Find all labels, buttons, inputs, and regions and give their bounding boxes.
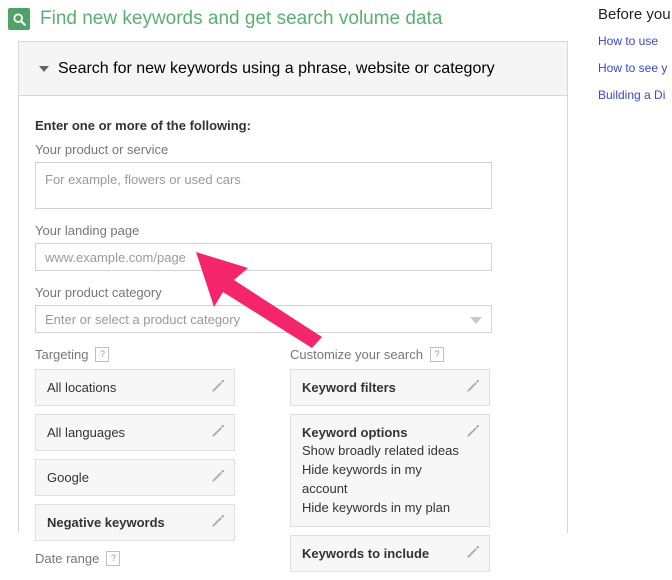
card-title: All languages: [47, 425, 126, 440]
right-sidebar: Before you How to use How to see y Build…: [598, 6, 672, 115]
help-icon[interactable]: ?: [429, 347, 444, 362]
pencil-icon[interactable]: [466, 545, 480, 559]
customize-heading: Customize your search ?: [290, 347, 505, 362]
search-icon: [8, 8, 30, 30]
pencil-icon[interactable]: [211, 469, 225, 483]
settings-columns: Targeting ? All locations All languages: [35, 347, 551, 580]
product-service-field: Your product or service For example, flo…: [35, 142, 551, 209]
targeting-column: Targeting ? All locations All languages: [35, 347, 275, 580]
search-panel: Search for new keywords using a phrase, …: [18, 41, 568, 572]
keyword-option-item: Hide keywords in my account: [302, 462, 422, 496]
keyword-option-item: Hide keywords in my plan: [302, 500, 451, 515]
product-service-label: Your product or service: [35, 142, 169, 157]
card-title: All locations: [47, 380, 117, 395]
triangle-down-icon[interactable]: [39, 65, 49, 72]
help-icon[interactable]: ?: [106, 551, 121, 566]
customize-card-keyword-options[interactable]: Keyword options Show broadly related ide…: [290, 414, 490, 527]
card-title: Google: [47, 470, 89, 485]
sidebar-link[interactable]: Building a Di: [598, 88, 672, 102]
sidebar-link[interactable]: How to use: [598, 34, 672, 48]
card-title: Keywords to include: [302, 546, 430, 561]
help-icon[interactable]: ?: [95, 347, 110, 362]
date-range-label: Date range: [35, 551, 100, 566]
targeting-heading: Targeting ?: [35, 347, 275, 362]
panel-body: Enter one or more of the following: Your…: [19, 96, 567, 580]
pencil-icon[interactable]: [466, 379, 480, 393]
landing-page-field: Your landing page www.example.com/page: [35, 223, 551, 271]
page-title: Find new keywords and get search volume …: [40, 8, 443, 29]
pencil-icon[interactable]: [211, 514, 225, 528]
customize-card-keyword-filters[interactable]: Keyword filters: [290, 369, 490, 406]
product-category-placeholder: Enter or select a product category: [45, 312, 241, 327]
landing-page-label: Your landing page: [35, 223, 140, 238]
product-category-select[interactable]: Enter or select a product category: [35, 305, 492, 333]
date-range-heading: Date range ?: [35, 551, 275, 566]
sidebar-link[interactable]: How to see y: [598, 61, 672, 75]
keyword-option-item: Show broadly related ideas: [302, 443, 459, 458]
right-sidebar-title: Before you: [598, 6, 671, 23]
customize-column: Customize your search ? Keyword filters …: [290, 347, 505, 580]
pencil-icon[interactable]: [211, 424, 225, 438]
product-category-label: Your product category: [35, 285, 162, 300]
card-title: Negative keywords: [47, 515, 165, 530]
targeting-card-negative-keywords[interactable]: Negative keywords: [35, 504, 235, 541]
pencil-icon[interactable]: [211, 379, 225, 393]
chevron-down-icon[interactable]: [470, 317, 482, 324]
customize-card-keywords-to-include[interactable]: Keywords to include: [290, 535, 490, 572]
product-service-input[interactable]: For example, flowers or used cars: [35, 162, 492, 209]
landing-page-input[interactable]: www.example.com/page: [35, 243, 492, 271]
customize-heading-label: Customize your search: [290, 347, 423, 362]
card-title: Keyword filters: [302, 380, 396, 395]
page-header: Find new keywords and get search volume …: [8, 8, 442, 30]
targeting-heading-label: Targeting: [35, 347, 89, 362]
pencil-icon[interactable]: [466, 424, 480, 438]
panel-header-title: Search for new keywords using a phrase, …: [58, 59, 495, 77]
targeting-card-languages[interactable]: All languages: [35, 414, 235, 451]
product-category-field: Your product category Enter or select a …: [35, 285, 551, 333]
panel-collapse-header[interactable]: Search for new keywords using a phrase, …: [19, 42, 567, 96]
targeting-card-locations[interactable]: All locations: [35, 369, 235, 406]
card-title: Keyword options: [302, 425, 408, 440]
intro-heading: Enter one or more of the following:: [35, 118, 251, 133]
targeting-card-network[interactable]: Google: [35, 459, 235, 496]
